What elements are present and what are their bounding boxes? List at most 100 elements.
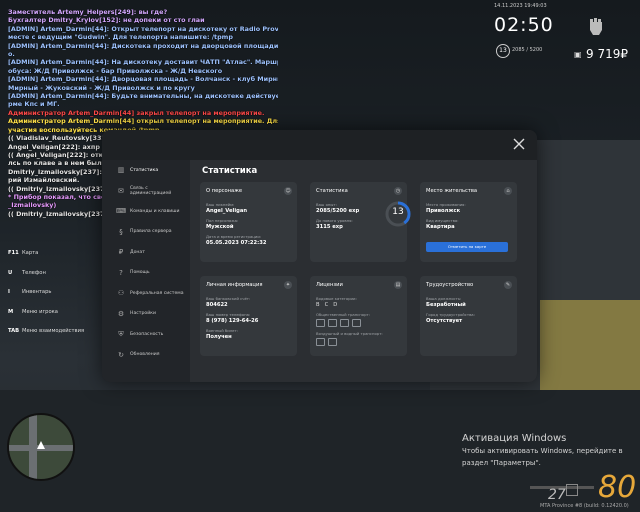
field-label: Дата и время регистрации: — [206, 234, 262, 239]
trolley-icon — [340, 319, 349, 327]
sidebar-item-label: Связь с администрацией — [129, 185, 172, 196]
keybind-row: M Меню игрока — [8, 309, 84, 329]
sidebar-item-4[interactable]: § Правила сервера — [102, 222, 190, 243]
fist-icon — [590, 18, 602, 35]
card-about: О персонаже ☺ Ваш никнейм: Angel_Veligan… — [200, 182, 297, 262]
hud-exp: 2085 / 5200 — [512, 47, 543, 53]
gear-indicator — [566, 484, 578, 496]
modal-content: Статистика О персонаже ☺ Ваш никнейм: An… — [190, 160, 537, 382]
minimap — [7, 413, 75, 481]
donate-icon: ₽ — [118, 248, 124, 257]
card-personal: Личная информация ✦ Ваш банковский счёт:… — [200, 276, 297, 356]
chat-line: [ADMIN] Artem_Darmin[44]: На дискотеку д… — [8, 58, 278, 67]
license-category: B — [316, 302, 320, 308]
license-category: D — [333, 302, 338, 308]
property-type-value: Квартира — [426, 224, 455, 230]
sidebar-item-label: Правила сервера — [130, 229, 172, 235]
mark-on-map-button[interactable]: Отметить на карте — [426, 242, 508, 252]
sidebar-item-label: Безопасность — [130, 331, 164, 337]
keybind-key: F11 — [8, 250, 19, 256]
field-label: Воздушный и водный транспорт: — [316, 331, 383, 336]
build-info: MTA Province #8 (build: 0.12420.0) — [540, 503, 629, 509]
help-icon: ? — [119, 268, 123, 277]
wallet-icon: ▣ — [574, 50, 582, 59]
card-title: Личная информация — [206, 282, 263, 288]
field-label: Водовые категории: — [316, 296, 357, 301]
train-icon — [352, 319, 361, 327]
chat-line: Бухгалтер Dmitry_Krylov[152]: не допеки … — [8, 16, 205, 25]
rules-icon: § — [119, 227, 123, 236]
sidebar-item-label: Статистика — [130, 167, 159, 173]
chat-line: [ADMIN] Artem_Darmin[44]: Открыт телепор… — [8, 24, 278, 33]
sidebar-item-7[interactable]: ⚇ Реферальная система — [102, 283, 190, 304]
keyboard-icon: ⌨ — [116, 207, 127, 216]
field-label: Вид имущества: — [426, 218, 459, 223]
sidebar-item-2[interactable]: ✉ Связь с администрацией — [102, 181, 190, 202]
field-label: Место проживания: — [426, 202, 466, 207]
field-label: Ваш никнейм: — [206, 202, 235, 207]
keybind-row: F11 Карта — [8, 250, 84, 270]
registration-value: 05.05.2023 07:22:32 — [206, 240, 267, 246]
chat-line: Мирный - Жуковский - Ж/Д Приволжск и по … — [8, 83, 195, 92]
keybind-label: Телефон — [22, 269, 46, 276]
air-water-icons — [316, 338, 401, 346]
public-transport-icons — [316, 319, 401, 327]
card-title: Трудоустройство — [426, 282, 474, 288]
hud-money: 9 719₽ — [586, 47, 628, 61]
chat-line: [ADMIN] Artem_Darmin[44]: Дворцовая площ… — [8, 75, 278, 84]
boat-icon — [328, 338, 337, 346]
briefcase-icon: ✎ — [504, 281, 512, 289]
keybind-key: TAB — [8, 328, 20, 334]
card-title: Статистика — [316, 188, 348, 194]
sidebar-item-label: Реферальная система — [130, 290, 184, 296]
sidebar-item-5[interactable]: ₽ Донат — [102, 242, 190, 263]
sidebar-item-10[interactable]: ↻ Обновления — [102, 345, 190, 366]
close-icon[interactable] — [513, 138, 525, 150]
sidebar-item-6[interactable]: ? Помощь — [102, 263, 190, 284]
chat-line: Заместитель Artemy_Helpers[249]: вы где? — [8, 8, 168, 16]
keybind-label: Инвентарь — [22, 289, 52, 295]
keybind-list: F11 Карта U Телефон I Инвентарь M Меню игрока TA… — [8, 250, 84, 348]
activation-line: раздел "Параметры". — [462, 459, 541, 467]
job-city-value: Отсутствует — [426, 318, 463, 324]
keybind-row: I Инвентарь — [8, 289, 84, 309]
stats-modal: ▥ Статистика ✉ Связь с администрацией ⌨ Коман… — [102, 130, 537, 382]
card-stats: Статистика ◷ Ваш опыт: 2085/5200 exp До … — [310, 182, 411, 262]
license-categories: BCD — [316, 302, 401, 308]
sidebar-item-label: Обновления — [130, 352, 160, 358]
field-label: Общественный транспорт: — [316, 312, 370, 317]
sidebar-item-9[interactable]: ⛨ Безопасность — [102, 324, 190, 345]
keybind-label: Меню взаимодействия — [22, 328, 85, 334]
chart-icon: ▥ — [117, 166, 125, 175]
hud-date: 14.11.2023 19:49:03 — [494, 3, 547, 9]
chat-line: рме Кпс и МГ. — [8, 100, 60, 109]
field-label: Ваш банковский счёт: — [206, 296, 251, 301]
user-icon: ☺ — [284, 187, 292, 195]
bus-icon — [316, 319, 325, 327]
field-label: Город трудоустройства: — [426, 312, 475, 317]
keybind-label: Меню игрока — [22, 308, 58, 315]
hud-time: 02:50 — [494, 14, 554, 36]
level-number: 13 — [392, 207, 404, 217]
residence-value: Приволжск — [426, 208, 461, 214]
sidebar-item-8[interactable]: ⚙ Настройки — [102, 304, 190, 325]
sidebar-item-label: Донат — [130, 249, 145, 255]
chat-icon: ✉ — [118, 186, 124, 195]
modal-sidebar: ▥ Статистика ✉ Связь с администрацией ⌨ Коман… — [102, 160, 190, 382]
card-home: Место жительства ⌂ Место проживания: При… — [420, 182, 517, 262]
tram-icon — [328, 319, 337, 327]
referral-icon: ⚇ — [117, 289, 125, 298]
card-title: Место жительства — [426, 188, 478, 194]
sidebar-item-3[interactable]: ⌨ Команды и клавиши — [102, 201, 190, 222]
windows-activation: Активация Windows Чтобы активировать Win… — [462, 433, 623, 468]
sidebar-item-1[interactable]: ▥ Статистика — [102, 160, 190, 181]
chat-line: месте с ведущим "Gudwin". Для телепорта … — [8, 33, 233, 42]
position-value: Безработный — [426, 302, 466, 308]
modal-header — [102, 130, 537, 160]
keybind-row: U Телефон — [8, 270, 84, 290]
activation-title: Активация Windows — [462, 433, 567, 444]
chat-line: [ADMIN] Artem_Darmin[44]: Дискотека прох… — [8, 41, 278, 50]
refresh-icon: ↻ — [118, 350, 124, 359]
card-title: О персонаже — [206, 188, 243, 194]
keybind-key: M — [8, 308, 14, 315]
